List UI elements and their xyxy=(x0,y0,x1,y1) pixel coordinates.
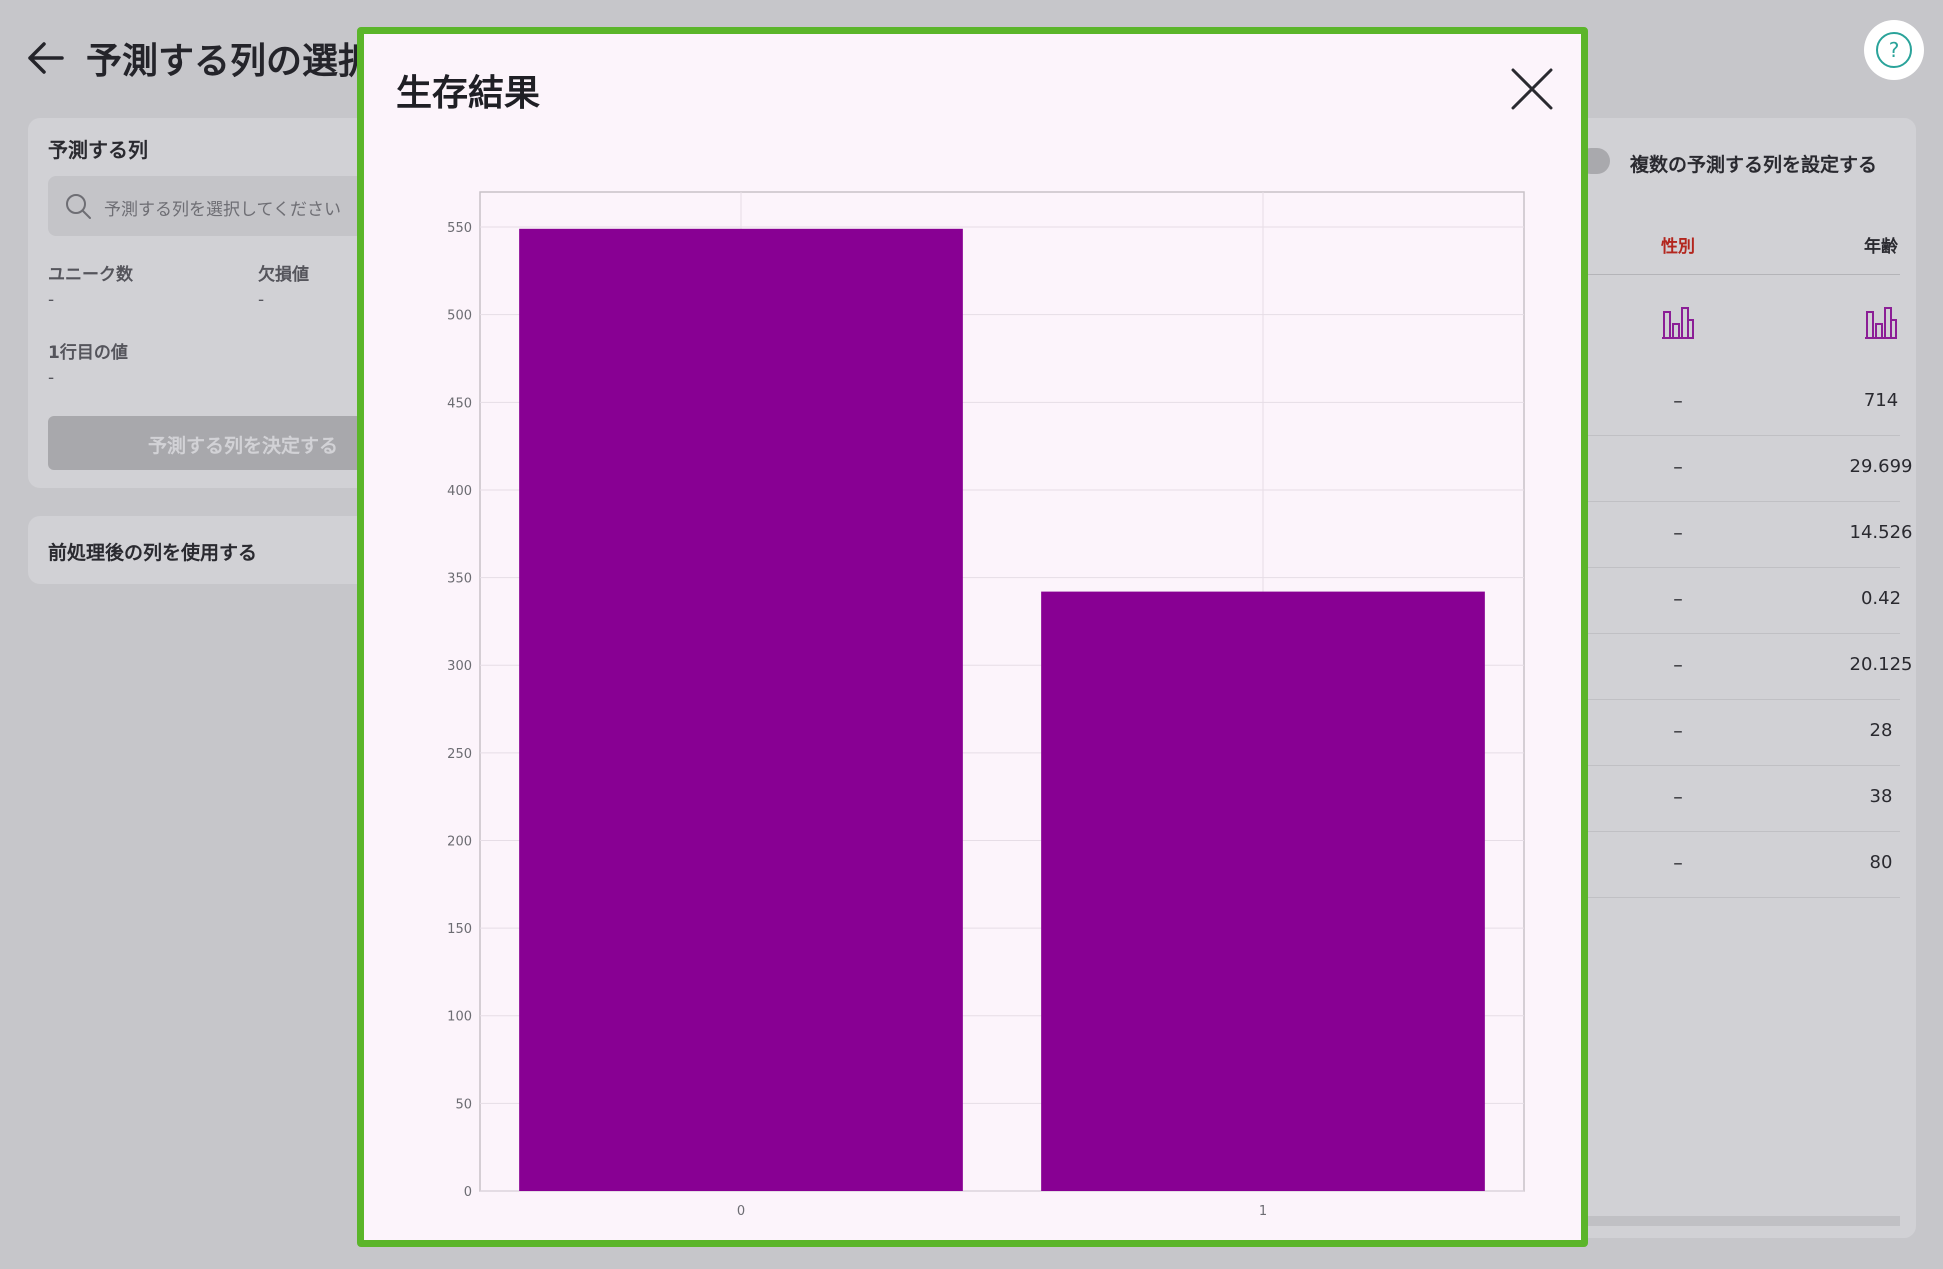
question-circle-icon: ? xyxy=(1876,32,1912,68)
y-tick-label: 350 xyxy=(447,572,472,587)
sex-cell: – xyxy=(1673,390,1683,412)
page-title: 予測する列の選択 xyxy=(86,41,375,82)
missing-label: 欠損値 xyxy=(258,265,309,285)
age-cell: 29.699 xyxy=(1849,456,1913,477)
header-divider xyxy=(1560,274,1900,275)
sex-cell: – xyxy=(1673,588,1683,610)
y-tick-label: 250 xyxy=(447,747,472,762)
search-placeholder: 予測する列を選択してください xyxy=(104,200,341,220)
column-header-age[interactable]: 年齢 xyxy=(1841,232,1921,257)
sex-cell: – xyxy=(1673,720,1683,742)
search-icon xyxy=(66,194,91,219)
age-cell: 20.125 xyxy=(1849,654,1913,675)
y-tick-label: 200 xyxy=(447,834,472,849)
y-tick-label: 150 xyxy=(447,922,472,937)
table-row: – 38 xyxy=(1560,766,1900,832)
bar-1 xyxy=(1041,591,1485,1191)
table-row: – 14.526 xyxy=(1560,502,1912,568)
column-stats-panel: 複数の予測する列を設定する 性別 年齢 – 714 – 29.699 – 14.… xyxy=(1560,118,1916,1238)
column-header-sex[interactable]: 性別 xyxy=(1638,232,1718,257)
age-cell: 28 xyxy=(1869,720,1893,741)
y-tick-label: 500 xyxy=(447,309,472,324)
sex-cell: – xyxy=(1673,522,1683,544)
y-tick-label: 300 xyxy=(447,659,472,674)
sex-cell: – xyxy=(1673,654,1683,676)
sex-cell: – xyxy=(1673,852,1683,874)
bar-0 xyxy=(519,228,963,1191)
histogram-icon[interactable] xyxy=(1660,304,1696,340)
age-cell: 714 xyxy=(1863,390,1899,411)
table-row: – 80 xyxy=(1560,832,1900,898)
survival-bar-chart: 0 50 100 150 200 250 300 350 400 450 500 550 0 1 xyxy=(447,191,1525,1219)
y-tick-label: 450 xyxy=(447,396,472,411)
svg-text:?: ? xyxy=(1889,38,1900,62)
y-tick-label: 100 xyxy=(447,1010,472,1025)
sex-cell: – xyxy=(1673,456,1683,478)
preprocess-label: 前処理後の列を使用する xyxy=(48,542,258,564)
first-row-value: - xyxy=(48,368,55,388)
unique-count-value: - xyxy=(48,290,55,310)
first-row-label: 1行目の値 xyxy=(48,343,128,363)
help-button[interactable]: ? xyxy=(1864,20,1924,80)
age-cell: 80 xyxy=(1869,852,1893,873)
age-cell: 14.526 xyxy=(1849,522,1913,543)
table-row: – 20.125 xyxy=(1560,634,1912,700)
table-row: – 0.42 xyxy=(1560,568,1901,634)
histogram-icon[interactable] xyxy=(1863,304,1899,340)
x-tick-label: 1 xyxy=(1259,1204,1267,1219)
horizontal-scrollbar[interactable] xyxy=(1560,1216,1900,1226)
missing-value: - xyxy=(258,290,265,310)
target-column-heading: 予測する列 xyxy=(48,138,148,162)
age-cell: 38 xyxy=(1869,786,1893,807)
unique-count-label: ユニーク数 xyxy=(48,265,133,285)
table-row: – 29.699 xyxy=(1560,436,1912,502)
table-row: – 714 xyxy=(1560,370,1900,436)
y-tick-label: 550 xyxy=(447,221,472,236)
page-header: 予測する列の選択 xyxy=(24,30,374,86)
multi-target-label: 複数の予測する列を設定する xyxy=(1630,154,1878,176)
x-tick-label: 0 xyxy=(737,1204,745,1219)
age-cell: 0.42 xyxy=(1860,588,1902,609)
y-tick-label: 0 xyxy=(464,1185,472,1200)
decide-target-label: 予測する列を決定する xyxy=(148,435,339,457)
table-row: – 28 xyxy=(1560,700,1900,766)
sex-cell: – xyxy=(1673,786,1683,808)
y-tick-label: 400 xyxy=(447,484,472,499)
back-arrow-icon[interactable] xyxy=(24,36,68,80)
survival-result-modal: 生存結果 0 50 100 150 200 250 300 350 400 450 500 550 0 1 xyxy=(357,27,1588,1247)
y-tick-label: 50 xyxy=(455,1097,472,1112)
